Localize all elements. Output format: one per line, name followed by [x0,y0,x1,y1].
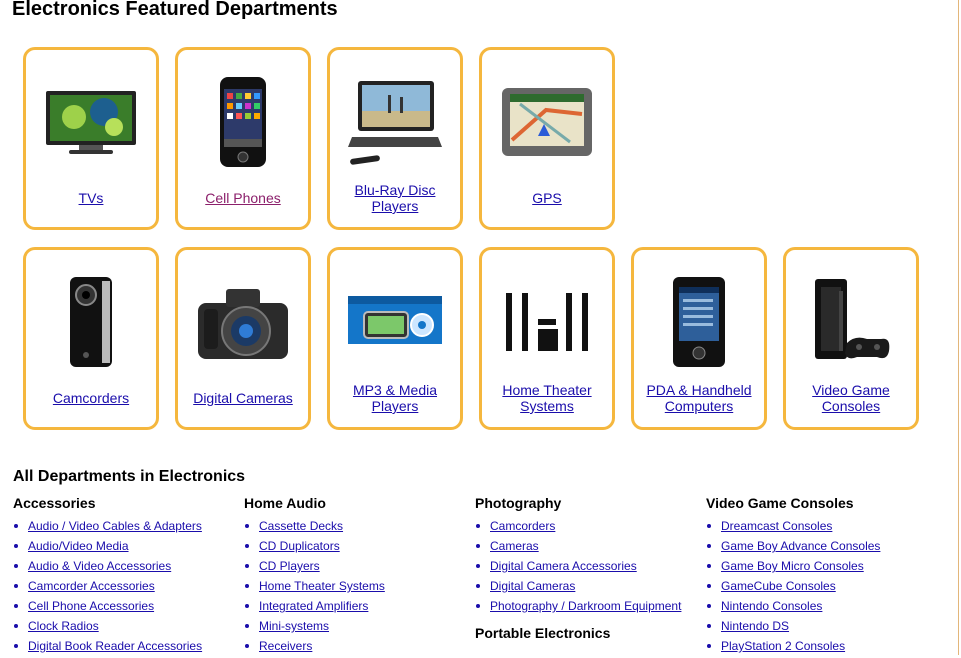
list-item: Audio / Video Cables & Adapters [13,518,238,538]
tile-camcorders-link[interactable]: Camcorders [30,376,152,420]
tile-blu-ray-link[interactable]: Blu-Ray Disc Players [334,176,456,220]
list-item: Integrated Amplifiers [244,598,469,618]
tile-digital-cameras-link[interactable]: Digital Cameras [182,376,304,420]
list-item: Nintendo DS [706,618,931,638]
list-item: Digital Cameras [475,578,700,598]
list-item: Game Boy Micro Consoles [706,558,931,578]
tile-home-theater-link[interactable]: Home Theater Systems [486,376,608,420]
digital-camera-icon [196,272,290,372]
department-link[interactable]: Receivers [259,639,312,653]
tile-digital-cameras[interactable]: Digital Cameras [175,247,311,430]
department-link[interactable]: Camcorders [490,519,555,533]
tile-cell-phones[interactable]: Cell Phones [175,47,311,230]
tile-gps-link[interactable]: GPS [486,176,608,220]
list-item: CD Players [244,558,469,578]
department-link[interactable]: Digital Camera Accessories [490,559,637,573]
department-link[interactable]: Nintendo DS [721,619,789,633]
tile-video-game-consoles-link[interactable]: Video Game Consoles [790,376,912,420]
tile-tvs[interactable]: TVs [23,47,159,230]
camcorder-icon [44,272,138,372]
list-item: Cameras [475,538,700,558]
department-link[interactable]: Photography / Darkroom Equipment [490,599,681,613]
department-link[interactable]: Audio / Video Cables & Adapters [28,519,202,533]
tile-mp3-players[interactable]: MP3 & Media Players [327,247,463,430]
tile-mp3-players-link[interactable]: MP3 & Media Players [334,376,456,420]
department-link[interactable]: Cameras [490,539,539,553]
page-edge-rule [958,0,959,655]
department-column-home-audio: Home Audio Cassette Decks CD Duplicators… [244,494,469,658]
column-heading: Photography [475,495,562,511]
tile-video-game-consoles[interactable]: Video Game Consoles [783,247,919,430]
department-link[interactable]: Audio/Video Media [28,539,129,553]
pda-icon [652,272,746,372]
department-column-photography: Photography Camcorders Cameras Digital C… [475,494,700,648]
list-item: Mini-systems [244,618,469,638]
department-column-accessories: Accessories Audio / Video Cables & Adapt… [13,494,238,658]
cell-phone-icon [196,72,290,172]
list-item: Clock Radios [13,618,238,638]
game-console-icon [804,272,898,372]
tv-icon [44,72,138,172]
department-link[interactable]: PlayStation 2 Consoles [721,639,845,653]
list-item: PlayStation 2 Consoles [706,638,931,658]
tile-tvs-link[interactable]: TVs [30,176,152,220]
department-link[interactable]: Game Boy Micro Consoles [721,559,864,573]
list-item: GameCube Consoles [706,578,931,598]
featured-departments-title: Electronics Featured Departments [12,0,338,20]
list-item: Camcorders [475,518,700,538]
gps-icon [500,72,594,172]
list-item: Audio/Video Media [13,538,238,558]
list-item: Photography / Darkroom Equipment [475,598,700,618]
department-link[interactable]: Cassette Decks [259,519,343,533]
department-link[interactable]: Clock Radios [28,619,99,633]
department-link[interactable]: Mini-systems [259,619,329,633]
list-item: Home Theater Systems [244,578,469,598]
list-item: Dreamcast Consoles [706,518,931,538]
list-item: Nintendo Consoles [706,598,931,618]
department-link[interactable]: Dreamcast Consoles [721,519,832,533]
department-link[interactable]: Integrated Amplifiers [259,599,368,613]
tile-gps[interactable]: GPS [479,47,615,230]
mp3-player-icon [348,272,442,372]
tile-home-theater[interactable]: Home Theater Systems [479,247,615,430]
department-link[interactable]: Digital Cameras [490,579,575,593]
all-departments-title: All Departments in Electronics [13,468,246,485]
department-link[interactable]: Cell Phone Accessories [28,599,154,613]
list-item: Audio & Video Accessories [13,558,238,578]
list-item: Digital Camera Accessories [475,558,700,578]
tile-camcorders[interactable]: Camcorders [23,247,159,430]
department-link[interactable]: Home Theater Systems [259,579,385,593]
list-item: Digital Book Reader Accessories [13,638,238,658]
tile-pda[interactable]: PDA & Handheld Computers [631,247,767,430]
department-link[interactable]: Audio & Video Accessories [28,559,171,573]
department-link[interactable]: CD Players [259,559,320,573]
department-link[interactable]: Nintendo Consoles [721,599,822,613]
tile-blu-ray[interactable]: Blu-Ray Disc Players [327,47,463,230]
tile-cell-phones-link[interactable]: Cell Phones [182,176,304,220]
list-item: Cassette Decks [244,518,469,538]
column-heading: Home Audio [244,495,326,511]
department-link[interactable]: Digital Book Reader Accessories [28,639,202,653]
list-item: Camcorder Accessories [13,578,238,598]
list-item: Receivers [244,638,469,658]
department-link[interactable]: GameCube Consoles [721,579,836,593]
department-link[interactable]: CD Duplicators [259,539,340,553]
list-item: Cell Phone Accessories [13,598,238,618]
department-column-video-game-consoles: Video Game Consoles Dreamcast Consoles G… [706,494,931,658]
home-theater-icon [500,272,594,372]
column-heading: Video Game Consoles [706,495,854,511]
tile-pda-link[interactable]: PDA & Handheld Computers [638,376,760,420]
column-subheading: Portable Electronics [475,625,611,641]
blu-ray-player-icon [348,72,442,172]
list-item: CD Duplicators [244,538,469,558]
list-item: Game Boy Advance Consoles [706,538,931,558]
department-link[interactable]: Game Boy Advance Consoles [721,539,880,553]
column-heading: Accessories [13,495,96,511]
department-link[interactable]: Camcorder Accessories [28,579,155,593]
